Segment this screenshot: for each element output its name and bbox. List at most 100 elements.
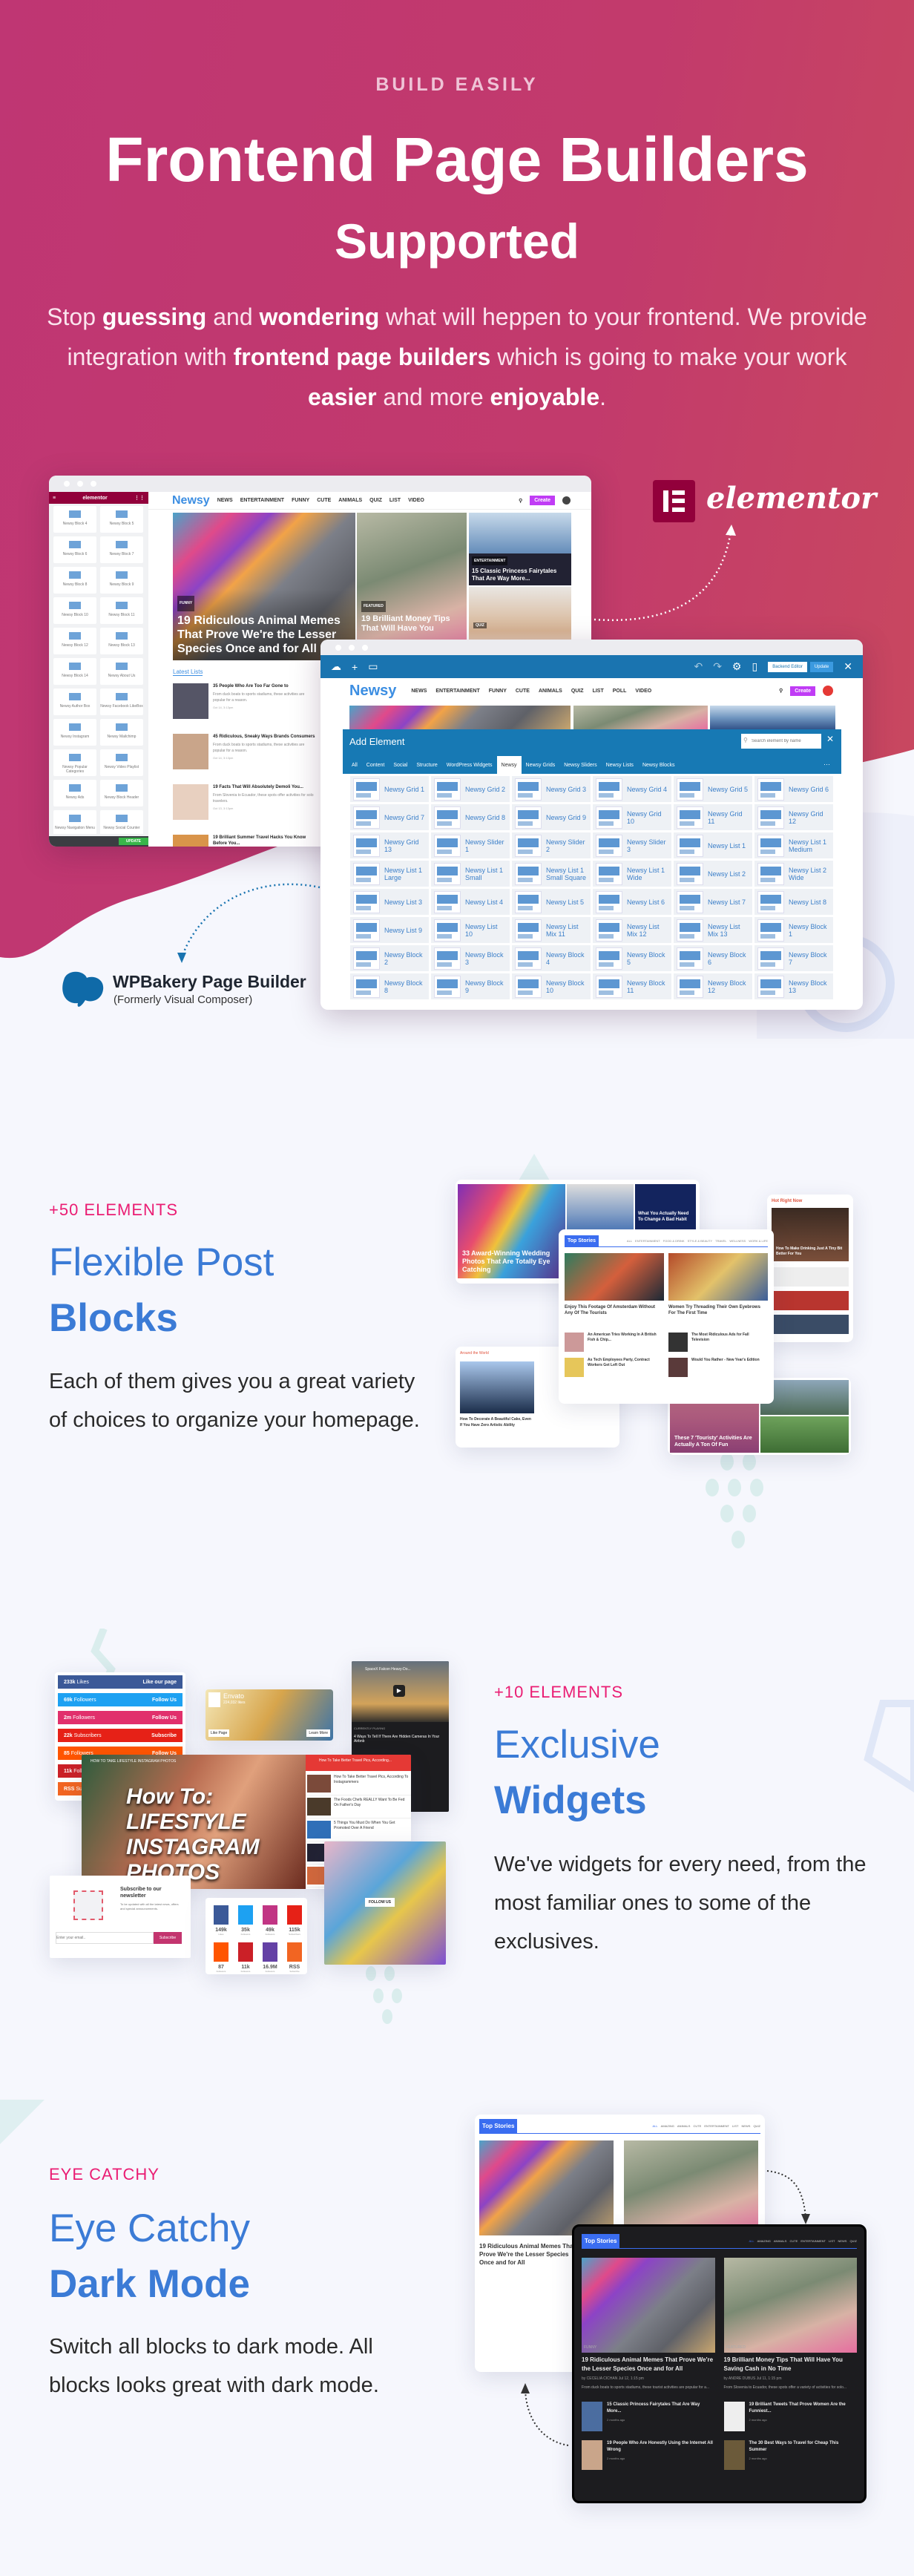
list-item[interactable]: As Tech Employees Party, Contract Worker… (565, 1358, 664, 1377)
element-item[interactable]: Newsy Grid 4 (593, 776, 671, 802)
element-item[interactable]: Newsy List Mix 12 (593, 917, 671, 943)
element-item[interactable]: Newsy Grid 1 (350, 776, 429, 802)
list-item[interactable]: 19 Brilliant Tweets That Prove Women Are… (723, 2402, 858, 2431)
element-item[interactable]: Newsy Grid 8 (431, 804, 510, 830)
post-card[interactable]: How To Make Drinking Just A Tiny Bit Bet… (772, 1208, 849, 1261)
post-card[interactable]: FEATURED 19 Brilliant Money Tips That Wil… (357, 513, 467, 660)
menu-item[interactable]: POLL (613, 689, 627, 694)
widget-tile[interactable]: Newsy Block 5 (100, 506, 143, 533)
menu-item[interactable]: NEWS (411, 689, 427, 694)
element-item[interactable]: Newsy Block 4 (512, 945, 591, 971)
tab-newsy-lists[interactable]: Newsy Lists (602, 758, 638, 774)
create-button[interactable]: Create (530, 496, 555, 505)
tab-newsy-blocks[interactable]: Newsy Blocks (638, 758, 680, 774)
post-card-featured[interactable]: FUNNY 19 Ridiculous Animal Memes That Pro… (173, 513, 355, 660)
element-item[interactable]: Newsy Grid 3 (512, 776, 591, 802)
menu-item[interactable]: CUTE (516, 689, 530, 694)
element-item[interactable]: Newsy Block 13 (754, 973, 833, 999)
element-item[interactable]: Newsy List 5 (512, 889, 591, 915)
filter-tab[interactable]: ANIMALS (774, 2239, 787, 2243)
element-item[interactable]: Newsy List 1 Small Square (512, 861, 591, 887)
backend-editor-button[interactable]: Backend Editor (768, 661, 807, 672)
filter-tab[interactable]: ALL (749, 2239, 754, 2243)
widget-tile[interactable]: Newsy Facebook LikeBox (100, 689, 143, 715)
element-item[interactable]: Newsy List 1 Wide (593, 861, 671, 887)
menu-item[interactable]: ANIMALS (338, 498, 362, 503)
element-item[interactable]: Newsy Block 11 (593, 973, 671, 999)
filter-tab[interactable]: CUTE (789, 2239, 798, 2243)
filter-tab[interactable]: AMAZING (661, 2124, 674, 2128)
menu-item[interactable]: QUIZ (571, 689, 584, 694)
element-item[interactable]: Newsy Block 7 (754, 945, 833, 971)
element-item[interactable]: Newsy Block 8 (350, 973, 429, 999)
menu-item[interactable]: VIDEO (408, 498, 424, 503)
widget-tile[interactable]: Newsy Block Header (100, 780, 143, 806)
list-item[interactable]: 19 People Who Are Honestly Using the Int… (582, 2440, 715, 2470)
widget-tile[interactable]: Newsy Ads (53, 780, 96, 806)
filter-tab[interactable]: TRAVEL (715, 1239, 726, 1243)
menu-item[interactable]: NEWS (217, 498, 233, 503)
widget-tile[interactable]: Newsy Block 12 (53, 628, 96, 654)
follow-us-button[interactable]: FOLLOW US (365, 1898, 395, 1907)
update-button[interactable]: UPDATE (118, 838, 148, 845)
menu-icon[interactable]: ≡ (53, 496, 56, 501)
social-counter[interactable]: 87 Followers (211, 1942, 231, 1973)
social-button-2[interactable]: 2m Followers Follow Us (58, 1711, 183, 1724)
site-logo[interactable]: Newsy (172, 494, 210, 507)
close-panel-icon[interactable]: ✕ (826, 734, 834, 744)
play-icon[interactable]: ▶ (393, 1685, 405, 1697)
filter-tab[interactable]: ALL (627, 1239, 632, 1243)
video-player[interactable]: SpaceX Falcon Heavy-Do... ▶ (352, 1661, 449, 1722)
widget-tile[interactable]: Newsy Author Box (53, 689, 96, 715)
social-counter[interactable]: 35k Followers (236, 1905, 255, 1936)
menu-item[interactable]: LIST (593, 689, 604, 694)
learn-more-button[interactable]: Learn More (306, 1729, 330, 1737)
element-item[interactable]: Newsy Slider 1 (431, 832, 510, 858)
element-item[interactable]: Newsy Grid 6 (754, 776, 833, 802)
list-item[interactable]: 45 Ridiculous, Sneaky Ways Brands Consum… (173, 734, 321, 781)
widget-tile[interactable]: Newsy Video Playlist (100, 749, 143, 776)
filter-tab[interactable]: ENTERTAINMENT (635, 1239, 660, 1243)
widget-tile[interactable]: Newsy Block 13 (100, 628, 143, 654)
tab-structure[interactable]: Structure (412, 758, 441, 774)
menu-item[interactable]: FUNNY (489, 689, 507, 694)
element-item[interactable]: Newsy Grid 2 (431, 776, 510, 802)
tab-newsy-sliders[interactable]: Newsy Sliders (559, 758, 601, 774)
element-item[interactable]: Newsy List Mix 13 (674, 917, 752, 943)
widget-tile[interactable]: Newsy Block 9 (100, 567, 143, 594)
element-item[interactable]: Newsy Grid 13 (350, 832, 429, 858)
element-item[interactable]: Newsy List 1 Medium (754, 832, 833, 858)
element-item[interactable]: Newsy Grid 7 (350, 804, 429, 830)
list-item[interactable]: The 30 Best Ways to Travel for Cheap Thi… (723, 2440, 858, 2470)
widget-tile[interactable]: Newsy Block 4 (53, 506, 96, 533)
element-item[interactable]: Newsy Block 10 (512, 973, 591, 999)
avatar[interactable] (562, 496, 571, 505)
tab-content[interactable]: Content (362, 758, 389, 774)
filter-tab[interactable]: LIST (732, 2124, 738, 2128)
tab-social[interactable]: Social (389, 758, 412, 774)
filter-tab[interactable]: WORK & LIFE (749, 1239, 768, 1243)
list-item[interactable]: An American Tries Working In A British F… (565, 1333, 664, 1352)
menu-item[interactable]: ENTERTAINMENT (240, 498, 284, 503)
playlist-item[interactable]: The Foods Chefs REALLY Want To Be Fed On… (306, 1795, 411, 1818)
widget-tile[interactable]: Newsy Block 10 (53, 597, 96, 624)
filter-tab[interactable]: AMAZING (757, 2239, 771, 2243)
widget-tile[interactable]: Newsy Popular Categories (53, 749, 96, 776)
list-item[interactable]: 15 Classic Princess Fairytales That Are … (582, 2402, 715, 2431)
social-counter[interactable]: 49k Followers (260, 1905, 280, 1936)
menu-item[interactable]: VIDEO (635, 689, 651, 694)
create-button[interactable]: Create (790, 686, 815, 696)
subscribe-button[interactable]: Subscribe (154, 1932, 182, 1944)
tab-newsy-grids[interactable]: Newsy Grids (522, 758, 560, 774)
social-button-3[interactable]: 22k Subscribers Subscribe (58, 1729, 183, 1742)
filter-tab[interactable]: ALL (653, 2124, 658, 2128)
video-player[interactable]: HOW TO TAKE LIFESTYLE INSTAGRAM PHOTOS H… (82, 1755, 306, 1889)
element-item[interactable]: Newsy Block 5 (593, 945, 671, 971)
element-item[interactable]: Newsy Slider 3 (593, 832, 671, 858)
playlist-item[interactable]: 5 Things You Must Do When You Get Promot… (306, 1818, 411, 1841)
like-page-button[interactable]: Like Page (208, 1729, 230, 1737)
tab-wordpress-widgets[interactable]: WordPress Widgets (442, 758, 497, 774)
list-item[interactable]: 35 People Who Are Too Far Gone to From du… (173, 683, 321, 731)
playlist-item[interactable]: How To Take Better Travel Pics, Accordin… (306, 1772, 411, 1795)
post-card[interactable]: 33 Award-Winning Wedding Photos That Are… (458, 1184, 565, 1278)
